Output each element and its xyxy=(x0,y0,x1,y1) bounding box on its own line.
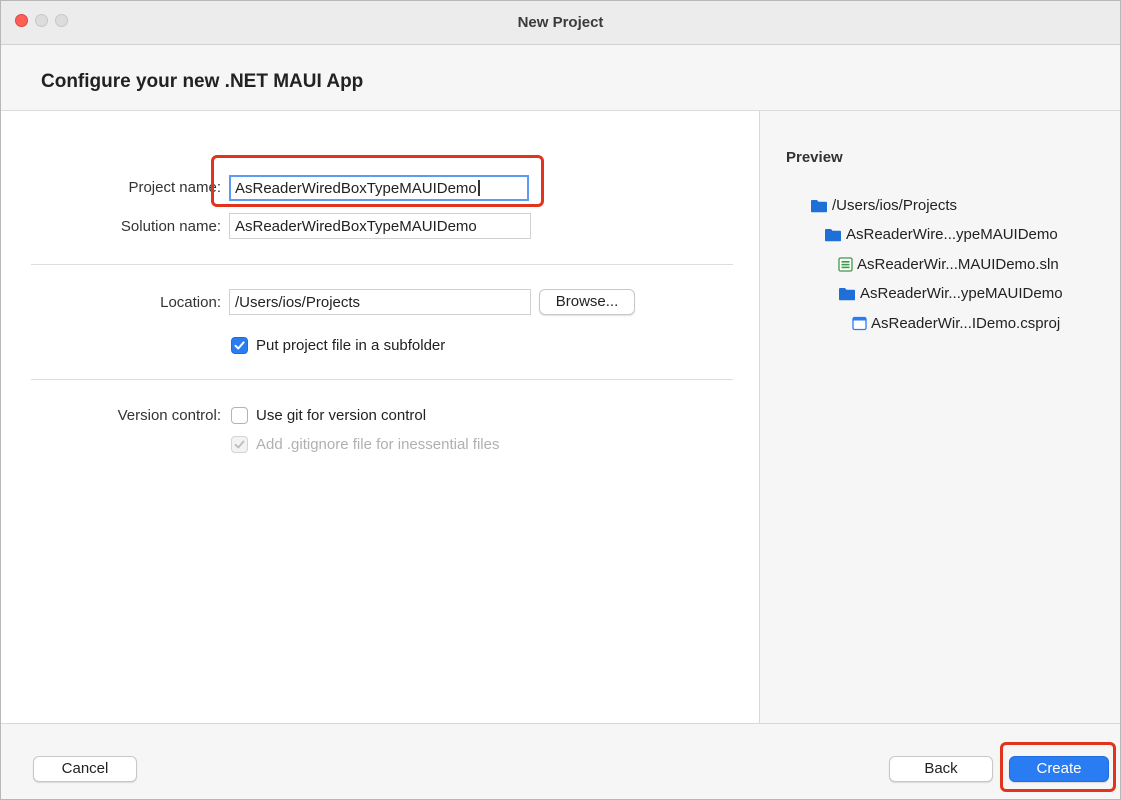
tree-item-projects-folder: /Users/ios/Projects xyxy=(810,196,957,216)
folder-icon xyxy=(838,287,856,307)
tree-item-project-file: AsReaderWir...IDemo.csproj xyxy=(852,314,1060,334)
title-bar: New Project xyxy=(1,1,1120,45)
preview-pane: Preview /Users/ios/Projects AsReaderWire… xyxy=(759,111,1120,723)
project-name-label: Project name: xyxy=(128,179,221,196)
use-git-checkbox[interactable] xyxy=(231,407,248,424)
gitignore-checkbox xyxy=(231,436,248,453)
solution-file-icon xyxy=(838,257,853,278)
tree-item-solution-file: AsReaderWir...MAUIDemo.sln xyxy=(838,255,1059,275)
location-value: /Users/ios/Projects xyxy=(235,294,361,311)
browse-button[interactable]: Browse... xyxy=(539,289,635,315)
checkmark-icon xyxy=(234,440,245,449)
location-field[interactable]: /Users/ios/Projects xyxy=(229,289,531,315)
page-header: Configure your new .NET MAUI App xyxy=(1,45,1120,111)
solution-name-label: Solution name: xyxy=(120,218,221,235)
solution-name-value: AsReaderWiredBoxTypeMAUIDemo xyxy=(235,218,477,235)
cancel-button[interactable]: Cancel xyxy=(33,756,137,782)
folder-icon xyxy=(824,228,842,248)
gitignore-label: Add .gitignore file for inessential file… xyxy=(256,436,500,453)
configuration-form: Project name: AsReaderWiredBoxTypeMAUIDe… xyxy=(1,111,759,723)
page-title: Configure your new .NET MAUI App xyxy=(41,71,364,92)
checkmark-icon xyxy=(234,341,245,350)
subfolder-checkbox[interactable] xyxy=(231,337,248,354)
tree-item-project-folder: AsReaderWir...ypeMAUIDemo xyxy=(838,284,1063,304)
folder-icon xyxy=(810,199,828,219)
highlight-annotation-project-name xyxy=(211,155,544,207)
preview-title: Preview xyxy=(786,149,843,166)
highlight-annotation-create xyxy=(1000,742,1116,792)
tree-item-solution-folder: AsReaderWire...ypeMAUIDemo xyxy=(824,225,1058,245)
main-content: Project name: AsReaderWiredBoxTypeMAUIDe… xyxy=(1,111,1120,723)
solution-name-field[interactable]: AsReaderWiredBoxTypeMAUIDemo xyxy=(229,213,531,239)
footer-bar: Cancel Back Create xyxy=(1,723,1120,799)
version-control-label: Version control: xyxy=(117,407,221,424)
subfolder-label[interactable]: Put project file in a subfolder xyxy=(256,337,445,354)
window-title: New Project xyxy=(517,14,604,31)
location-label: Location: xyxy=(160,294,221,311)
section-divider xyxy=(31,264,733,265)
section-divider xyxy=(31,379,733,380)
back-button[interactable]: Back xyxy=(889,756,993,782)
new-project-window: New Project Configure your new .NET MAUI… xyxy=(0,0,1121,800)
project-file-icon xyxy=(852,316,867,337)
use-git-label[interactable]: Use git for version control xyxy=(256,407,426,424)
